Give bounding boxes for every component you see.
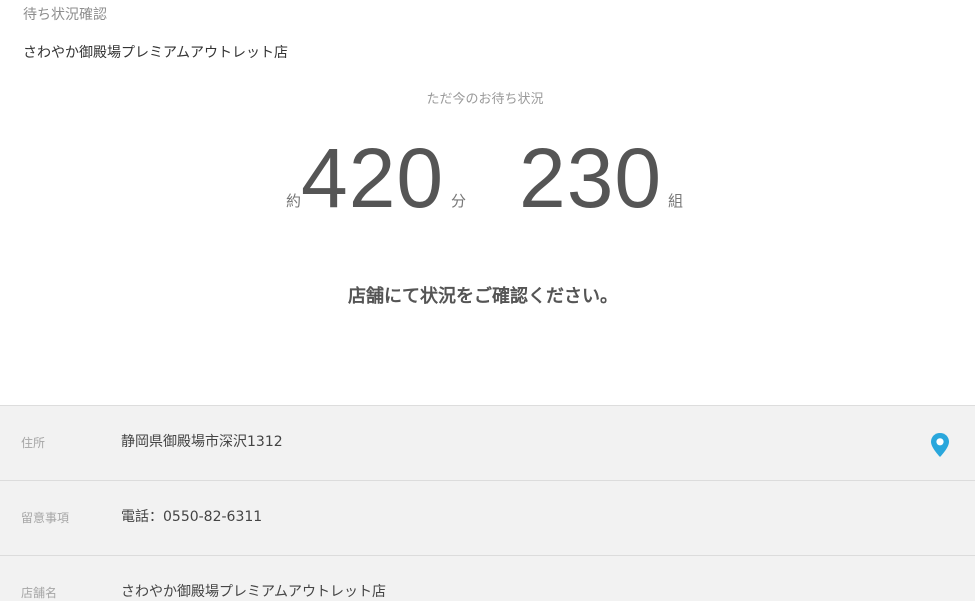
phone-value: 電話：0550-82-6311 [121,509,263,525]
store-info-section: 住所 静岡県御殿場市深沢1312 留意事項 電話：0550-82-6311 店舗… [0,405,975,601]
address-label: 住所 [21,436,46,450]
notes-label: 留意事項 [21,511,70,525]
time-prefix: 約 [286,192,302,210]
store-name-value: さわやか御殿場プレミアムアウトレット店 [121,584,387,600]
wait-groups-unit: 組 [668,192,684,210]
wait-time-value: 420 [301,131,445,225]
wait-groups-value: 230 [519,131,663,225]
info-row-store-name: 店舗名 さわやか御殿場プレミアムアウトレット店 [0,556,975,601]
wait-status-page: 待ち状況確認 さわやか御殿場プレミアムアウトレット店 ただ今のお待ち状況 約 4… [0,0,975,601]
address-value: 静岡県御殿場市深沢1312 [121,434,283,450]
wait-status-panel: 待ち状況確認 さわやか御殿場プレミアムアウトレット店 ただ今のお待ち状況 約 4… [0,0,975,405]
store-name-heading: さわやか御殿場プレミアムアウトレット店 [23,45,289,61]
info-row-notes: 留意事項 電話：0550-82-6311 [0,481,975,556]
store-name-label: 店舗名 [21,586,58,600]
map-pin-icon[interactable] [930,433,950,457]
wait-time-unit: 分 [451,192,467,210]
info-row-address: 住所 静岡県御殿場市深沢1312 [0,406,975,481]
page-title: 待ち状況確認 [23,7,107,23]
status-message: 店舗にて状況をご確認ください。 [348,286,618,307]
current-wait-label: ただ今のお待ち状況 [426,92,544,107]
